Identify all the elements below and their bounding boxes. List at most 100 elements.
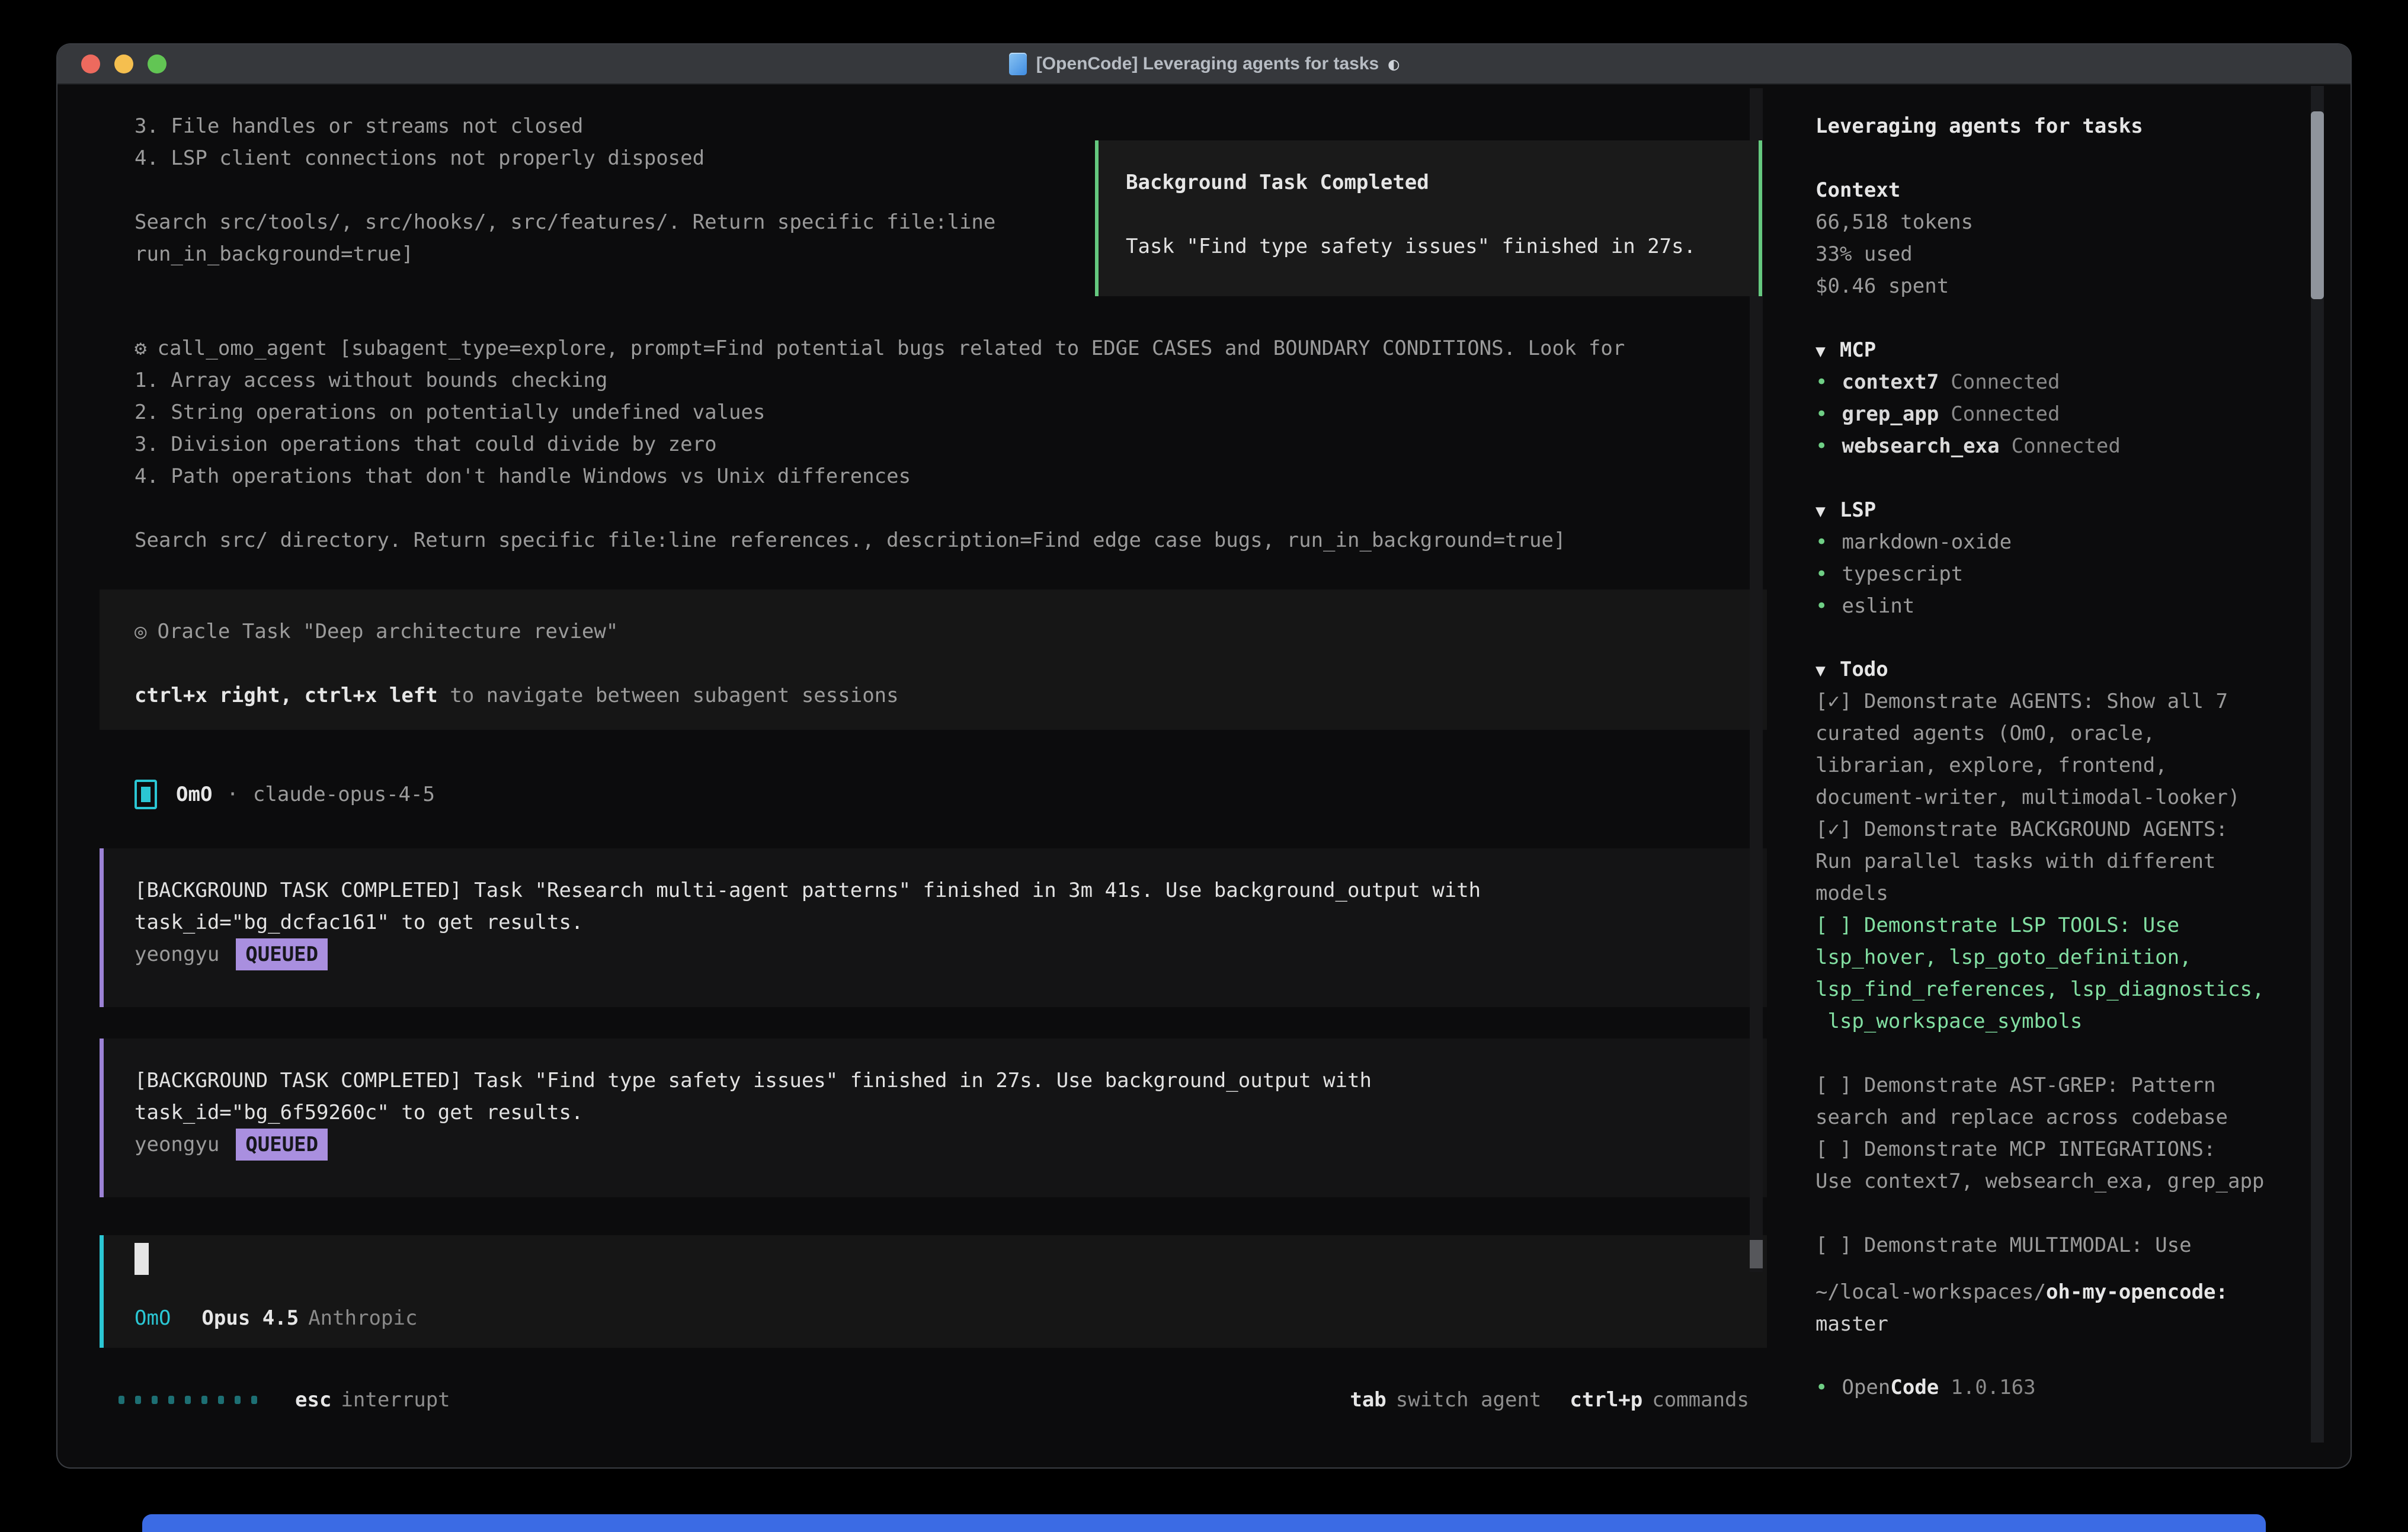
background-window-edge[interactable] [142,1514,2266,1532]
workdir-block: ~/local-workspaces/oh-my-opencode: maste… [1815,1276,2228,1340]
app-window: [OpenCode] Leveraging agents for tasks ◐… [57,44,2351,1467]
blank-line [135,174,995,206]
scrollback-line: Search src/tools/, src/hooks/, src/featu… [135,206,995,238]
todo-line: [ ] Demonstrate AST-GREP: Pattern [1815,1069,2264,1101]
message-line: [BACKGROUND TASK COMPLETED] Task "Resear… [135,874,1767,906]
mcp-section: ▼ MCP •context7Connected •grep_appConnect… [1815,334,2121,462]
toast-title: Background Task Completed [1126,166,1759,198]
hint-keys: ctrl+x right, ctrl+x left [135,684,438,707]
message-meta: yeongyuQUEUED [135,938,1767,970]
session-title: Leveraging agents for tasks [1815,110,2143,142]
todo-line: Use context7, websearch_exa, grep_app [1815,1165,2264,1197]
status-dot-icon: • [1815,434,1827,458]
shortcut-key: esc [295,1388,331,1412]
todo-line: lsp_hover, lsp_goto_definition, [1815,941,2264,973]
message-line: task_id="bg_6f59260c" to get results. [135,1097,1767,1129]
status-dot-icon: • [1815,594,1827,618]
blank-line [135,648,1767,680]
status-dot-icon: • [1815,402,1827,426]
hint-text: to navigate between subagent sessions [438,684,899,707]
mcp-heading-line[interactable]: ▼ MCP [1815,334,2121,366]
message-meta: yeongyuQUEUED [135,1129,1767,1161]
status-dot-icon: • [1815,530,1827,554]
status-dot-icon: • [1815,562,1827,586]
git-branch: master [1815,1308,2228,1340]
todo-line: Run parallel tasks with different [1815,845,2264,877]
input-model-name[interactable]: Opus 4.5 [201,1306,299,1330]
status-dot-icon: • [1815,370,1827,394]
mcp-heading: MCP [1840,338,1876,362]
blank-line [1815,1037,2264,1069]
agent-square-icon [135,780,157,809]
traffic-lights [81,55,166,73]
bullseye-icon: ◎ [135,620,146,643]
lsp-heading: LSP [1840,498,1876,522]
message-author: yeongyu [135,943,219,966]
agent-model: claude-opus-4-5 [253,783,435,806]
terminal-main-pane: 3. File handles or streams not closed 4.… [100,84,1767,1467]
minimize-button[interactable] [114,55,133,73]
scrollback-line: 4. LSP client connections not properly d… [135,142,995,174]
tool-call-line: 4. Path operations that don't handle Win… [135,460,1758,492]
background-task-toast: Background Task Completed Task "Find typ… [1095,140,1762,296]
status-badge: QUEUED [236,1129,328,1161]
context-used: 33% used [1815,238,1973,270]
message-line: task_id="bg_dcfac161" to get results. [135,906,1767,938]
zoom-button[interactable] [148,55,166,73]
shortcut-label: switch agent [1396,1388,1542,1412]
todo-line: [ ] Demonstrate MCP INTEGRATIONS: [1815,1133,2264,1165]
close-button[interactable] [81,55,100,73]
oracle-task-card[interactable]: ◎Oracle Task "Deep architecture review" … [100,589,1767,730]
shortcut-label: interrupt [341,1388,450,1412]
context-heading: Context [1815,174,1973,206]
context-section: Context 66,518 tokens 33% used $0.46 spe… [1815,174,1973,302]
chevron-down-icon[interactable]: ▼ [1815,501,1826,521]
progress-half-circle-icon: ◐ [1388,54,1399,75]
lsp-item: •eslint [1815,590,2012,622]
shortcut-key: ctrl+p [1570,1388,1642,1412]
oracle-hint-line: ctrl+x right, ctrl+x left to navigate be… [135,680,1767,711]
version-line: •OpenCode1.0.163 [1815,1371,2036,1403]
tool-call-header: ⚙ call_omo_agent [subagent_type=explore, … [135,332,1758,364]
agent-header: OmO · claude-opus-4-5 [135,778,435,811]
background-task-message: [BACKGROUND TASK COMPLETED] Task "Find t… [100,1039,1767,1197]
tool-call-text: call_omo_agent [subagent_type=explore, p… [157,336,1625,360]
tool-call-line: 2. String operations on potentially unde… [135,396,1758,428]
todo-heading-line[interactable]: ▼Todo [1815,653,2264,685]
mcp-item: •context7Connected [1815,366,2121,398]
blank-line [1126,198,1759,230]
lsp-heading-line[interactable]: ▼ LSP [1815,494,2012,526]
spinner-dots-icon [119,1396,257,1404]
shortcut-label: commands [1652,1388,1749,1412]
lsp-item: •markdown-oxide [1815,526,2012,558]
chevron-down-icon[interactable]: ▼ [1815,341,1826,361]
todo-line: curated agents (OmO, oracle, [1815,717,2264,749]
todo-section: ▼Todo [✓] Demonstrate AGENTS: Show all 7… [1815,653,2264,1261]
agent-name: OmO [176,783,212,806]
document-icon [1009,53,1027,75]
titlebar[interactable]: [OpenCode] Leveraging agents for tasks ◐ [57,44,2351,85]
oracle-task-title: Oracle Task "Deep architecture review" [157,620,618,643]
mcp-item: •grep_appConnected [1815,398,2121,430]
scrollback-line: run_in_background=true] [135,238,995,270]
gear-icon: ⚙ [135,336,146,360]
tool-call-block: ⚙ call_omo_agent [subagent_type=explore, … [135,332,1758,556]
mcp-item: •websearch_exaConnected [1815,430,2121,462]
workdir-path: ~/local-workspaces/oh-my-opencode: [1815,1276,2228,1308]
todo-line: search and replace across codebase [1815,1101,2264,1133]
sidebar-scrollbar-thumb[interactable] [2311,111,2324,299]
chevron-down-icon[interactable]: ▼ [1815,661,1826,680]
input-agent-name[interactable]: OmO [135,1306,171,1330]
status-dot-icon: • [1815,1376,1827,1399]
scrollback-line: 3. File handles or streams not closed [135,110,995,142]
main-scrollbar-thumb[interactable] [1750,1240,1763,1268]
toast-body: Task "Find type safety issues" finished … [1126,230,1759,262]
session-sidebar: Leveraging agents for tasks Context 66,5… [1815,84,2351,1467]
prompt-input[interactable]: OmO Opus 4.5 Anthropic [100,1235,1767,1348]
todo-line: lsp_workspace_symbols [1815,1005,2264,1037]
input-provider-name: Anthropic [308,1306,417,1330]
tool-call-line: 1. Array access without bounds checking [135,364,1758,396]
blank-line [135,492,1758,524]
todo-line: document-writer, multimodal-looker) [1815,781,2264,813]
lsp-section: ▼LSP •markdown-oxide •typescript •eslint [1815,494,2012,622]
